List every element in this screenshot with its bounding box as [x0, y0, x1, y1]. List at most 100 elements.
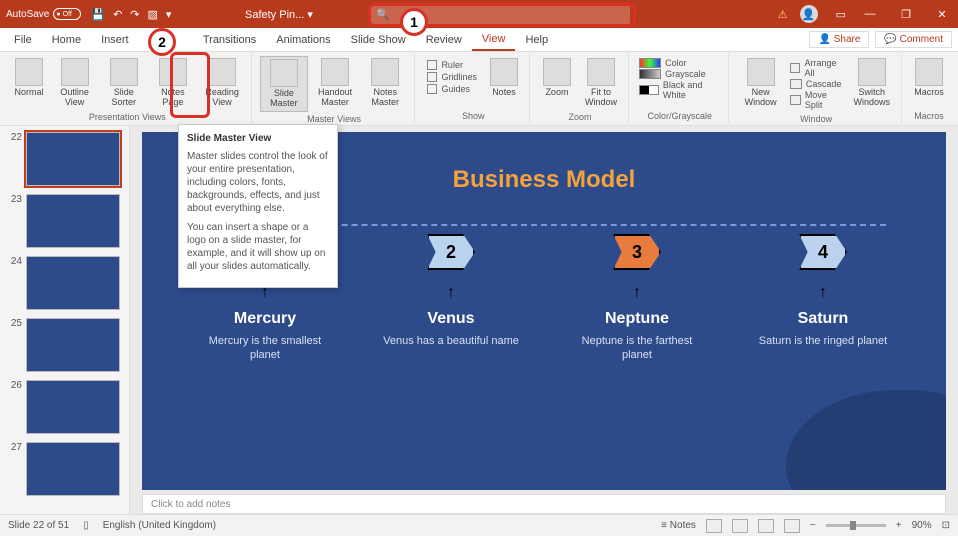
group-label: Color/Grayscale	[637, 111, 722, 121]
group-label: Window	[737, 114, 895, 124]
warning-icon[interactable]: ⚠	[778, 8, 788, 21]
ribbon: Normal Outline View Slide Sorter Notes P…	[0, 52, 958, 126]
zoom-level[interactable]: 90%	[912, 520, 932, 531]
macros-button[interactable]: Macros	[910, 56, 948, 100]
minimize-button[interactable]: —	[858, 4, 882, 24]
zoom-button[interactable]: Zoom	[538, 56, 576, 100]
main-area: 22 23 24 25 26 27 Business Model 1 ↑ Mer…	[0, 126, 958, 514]
tab-home[interactable]: Home	[42, 30, 91, 50]
process-item[interactable]: 2 ↑ Venus Venus has a beautiful name	[381, 234, 521, 363]
cascade-button[interactable]: Cascade	[790, 79, 843, 89]
switch-windows-button[interactable]: Switch Windows	[848, 56, 895, 110]
group-show: Ruler Gridlines Guides Notes Show	[417, 54, 530, 123]
arrow-up-icon: ↑	[447, 284, 455, 302]
step-name: Neptune	[605, 310, 669, 328]
notes-input[interactable]: Click to add notes	[142, 494, 946, 514]
arrow-up-icon: ↑	[633, 284, 641, 302]
ruler-checkbox[interactable]: Ruler	[427, 60, 477, 70]
language-status[interactable]: English (United Kingdom)	[103, 520, 216, 531]
step-badge: 3	[613, 234, 661, 270]
step-desc: Neptune is the farthest planet	[567, 334, 707, 363]
ribbon-options-icon[interactable]: ▭	[836, 8, 846, 21]
group-label: Show	[423, 111, 523, 121]
save-icon[interactable]: 💾	[91, 8, 105, 21]
thumbnail[interactable]: 26	[0, 378, 129, 436]
slideshow-view-icon[interactable]	[784, 519, 800, 533]
restore-button[interactable]: ❐	[894, 4, 918, 24]
qat-dropdown-icon[interactable]: ▾	[166, 8, 172, 21]
step-name: Saturn	[798, 310, 849, 328]
outline-view-button[interactable]: Outline View	[52, 56, 97, 110]
accessibility-icon[interactable]: ▯	[83, 520, 89, 531]
thumbnail[interactable]: 24	[0, 254, 129, 312]
group-macros: Macros Macros	[904, 54, 954, 123]
group-label: Macros	[910, 111, 948, 121]
gridlines-checkbox[interactable]: Gridlines	[427, 72, 477, 82]
reading-view-icon[interactable]	[758, 519, 774, 533]
start-slideshow-icon[interactable]: ▨	[148, 8, 158, 21]
notes-button[interactable]: Notes	[485, 56, 523, 100]
slide-sorter-button[interactable]: Slide Sorter	[101, 56, 146, 110]
callout-1: 1	[400, 8, 428, 36]
comment-button[interactable]: 💬 Comment	[875, 31, 952, 48]
step-badge: 4	[799, 234, 847, 270]
arrange-all-button[interactable]: Arrange All	[790, 58, 843, 78]
close-button[interactable]: ✕	[930, 4, 954, 24]
share-button[interactable]: 👤 Share	[809, 31, 869, 48]
slide-counter[interactable]: Slide 22 of 51	[8, 520, 69, 531]
group-label: Zoom	[538, 112, 622, 122]
step-desc: Saturn is the ringed planet	[759, 334, 887, 348]
decoration-dots	[866, 142, 926, 182]
decoration-blob	[786, 390, 946, 490]
normal-view-button[interactable]: Normal	[10, 56, 48, 100]
group-label: Master Views	[260, 114, 409, 124]
zoom-in-button[interactable]: +	[896, 520, 902, 531]
thumbnail-panel[interactable]: 22 23 24 25 26 27	[0, 126, 130, 514]
tab-transitions[interactable]: Transitions	[193, 30, 266, 50]
tab-file[interactable]: File	[4, 30, 42, 50]
zoom-slider[interactable]	[826, 524, 886, 527]
fit-to-window-button[interactable]: Fit to Window	[580, 56, 622, 110]
document-title[interactable]: Safety Pin... ▾	[245, 8, 313, 21]
arrow-up-icon: ↑	[819, 284, 827, 302]
ribbon-tabs: File Home Insert Design Transitions Anim…	[0, 28, 958, 52]
callout-box-slide-master	[170, 52, 210, 118]
handout-master-button[interactable]: Handout Master	[312, 56, 358, 110]
autosave-state[interactable]: ● Off	[53, 8, 81, 20]
tab-view[interactable]: View	[472, 29, 516, 51]
thumbnail[interactable]: 27	[0, 440, 129, 498]
grayscale-button[interactable]: Grayscale	[639, 69, 720, 79]
callout-2: 2	[148, 28, 176, 56]
process-item[interactable]: 3 ↑ Neptune Neptune is the farthest plan…	[567, 234, 707, 363]
user-avatar[interactable]: 👤	[800, 5, 818, 23]
tab-review[interactable]: Review	[416, 30, 472, 50]
undo-icon[interactable]: ↶	[113, 8, 122, 21]
status-bar: Slide 22 of 51 ▯ English (United Kingdom…	[0, 514, 958, 536]
color-button[interactable]: Color	[639, 58, 720, 68]
slide-master-button[interactable]: Slide Master	[260, 56, 308, 112]
step-desc: Mercury is the smallest planet	[195, 334, 335, 363]
normal-view-icon[interactable]	[706, 519, 722, 533]
tooltip-paragraph: Master slides control the look of your e…	[187, 150, 329, 215]
autosave-toggle[interactable]: AutoSave ● Off	[6, 8, 81, 20]
tab-help[interactable]: Help	[515, 30, 558, 50]
sorter-view-icon[interactable]	[732, 519, 748, 533]
group-window: New Window Arrange All Cascade Move Spli…	[731, 54, 902, 123]
black-white-button[interactable]: Black and White	[639, 80, 720, 100]
zoom-out-button[interactable]: −	[810, 520, 816, 531]
tab-animations[interactable]: Animations	[266, 30, 340, 50]
step-name: Venus	[427, 310, 474, 328]
notes-toggle[interactable]: ≡ Notes	[661, 520, 696, 531]
thumbnail[interactable]: 22	[0, 130, 129, 188]
thumbnail[interactable]: 25	[0, 316, 129, 374]
process-item[interactable]: 4 ↑ Saturn Saturn is the ringed planet	[753, 234, 893, 363]
fit-to-window-icon[interactable]: ⊡	[942, 520, 950, 531]
autosave-label: AutoSave	[6, 9, 49, 20]
notes-master-button[interactable]: Notes Master	[362, 56, 408, 110]
new-window-button[interactable]: New Window	[737, 56, 784, 110]
move-split-button[interactable]: Move Split	[790, 90, 843, 110]
guides-checkbox[interactable]: Guides	[427, 84, 477, 94]
tab-insert[interactable]: Insert	[91, 30, 139, 50]
thumbnail[interactable]: 23	[0, 192, 129, 250]
redo-icon[interactable]: ↷	[130, 8, 139, 21]
